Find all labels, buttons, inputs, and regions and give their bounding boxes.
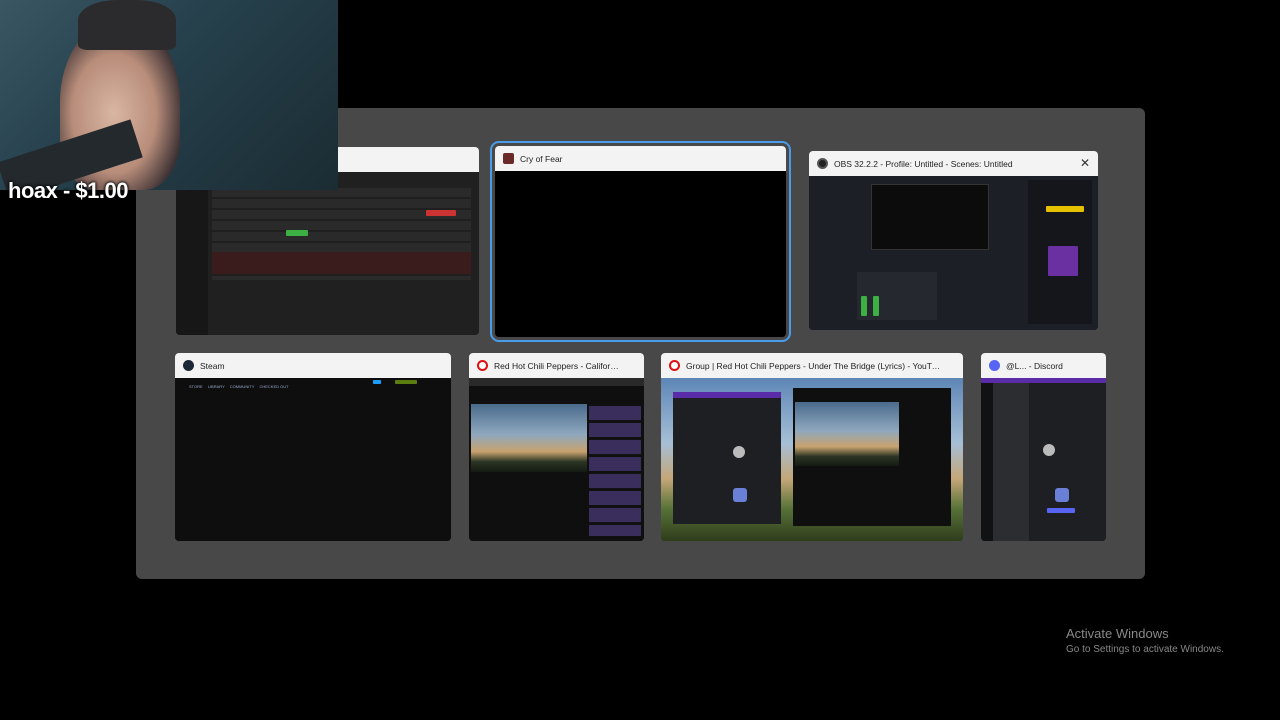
opera-icon [477, 360, 488, 371]
discord-server-rail [981, 378, 993, 541]
obs-meter-green-2 [873, 296, 879, 316]
window-titlebar: @L... - Discord [981, 353, 1106, 378]
window-titlebar: OBS 32.2.2 - Profile: Untitled - Scenes:… [809, 151, 1098, 176]
close-icon[interactable]: ✕ [1080, 156, 1090, 170]
window-title: Group | Red Hot Chili Peppers - Under Th… [686, 360, 963, 371]
steam-nav-library: LIBRARY [207, 384, 225, 389]
discord-channel-list [993, 378, 1029, 541]
window-preview: STORE LIBRARY COMMUNITY CHECKED OUT [175, 378, 451, 541]
webcam-overlay [0, 0, 338, 190]
mixer-sidebar [176, 172, 208, 335]
window-preview [809, 176, 1098, 330]
cry-of-fear-icon [503, 153, 514, 164]
window-thumbnail-steam[interactable]: Steam STORE LIBRARY COMMUNITY CHECKED OU… [175, 353, 451, 541]
window-titlebar: Group | Red Hot Chili Peppers - Under Th… [661, 353, 963, 378]
video-player [471, 404, 587, 472]
steam-nav: STORE LIBRARY COMMUNITY CHECKED OUT [189, 384, 289, 389]
discord-mascot [733, 488, 747, 502]
discord-avatar [733, 446, 745, 458]
opera-icon [669, 360, 680, 371]
activate-heading: Activate Windows [1066, 626, 1169, 641]
window-preview [495, 171, 786, 337]
steam-nav-community: COMMUNITY [229, 384, 255, 389]
discord-panel [673, 392, 781, 524]
window-thumbnail-cry-of-fear[interactable]: Cry of Fear [490, 141, 791, 342]
tab-bar [469, 378, 644, 386]
window-preview [661, 378, 963, 541]
window-thumbnail-obs[interactable]: OBS 32.2.2 - Profile: Untitled - Scenes:… [809, 151, 1098, 330]
steam-nav-checked-out: CHECKED OUT [259, 384, 289, 389]
steam-badge [395, 380, 417, 384]
activate-subtext: Go to Settings to activate Windows. [1066, 644, 1224, 655]
donation-text: hoax - $1.00 [8, 178, 128, 203]
video-frame [795, 402, 899, 466]
streamer-cap [78, 0, 176, 50]
discord-icon [989, 360, 1000, 371]
obs-highlight [1046, 206, 1084, 212]
window-preview [981, 378, 1106, 541]
discord-button [1047, 508, 1075, 513]
window-titlebar: Red Hot Chili Peppers - Californication.… [469, 353, 644, 378]
steam-nav-store: STORE [189, 384, 203, 389]
obs-meter-green [861, 296, 867, 316]
obs-mixer-panel [857, 272, 937, 320]
window-thumbnail-opera-under-the-bridge[interactable]: Group | Red Hot Chili Peppers - Under Th… [661, 353, 963, 541]
mixer-red-rows [212, 252, 471, 274]
obs-preview-canvas [871, 184, 989, 250]
window-thumbnail-discord[interactable]: @L... - Discord [981, 353, 1106, 541]
obs-icon [817, 158, 828, 169]
window-title: Steam [200, 360, 225, 371]
mixer-red-bar [426, 210, 456, 216]
discord-avatar [1043, 444, 1055, 456]
window-preview [469, 378, 644, 541]
window-title: Cry of Fear [520, 153, 563, 164]
recommended-list [589, 406, 641, 536]
discord-purple-bar [981, 378, 1106, 383]
window-titlebar: Cry of Fear [495, 146, 786, 171]
discord-mascot [1055, 488, 1069, 502]
window-titlebar: Steam [175, 353, 451, 378]
purple-header [673, 392, 781, 398]
mixer-green-bar [286, 230, 308, 236]
window-preview [176, 172, 479, 335]
activate-windows-watermark: Activate Windows Go to Settings to activ… [1066, 626, 1224, 655]
window-title: OBS 32.2.2 - Profile: Untitled - Scenes:… [834, 158, 1013, 169]
window-thumbnail-opera-californication[interactable]: Red Hot Chili Peppers - Californication.… [469, 353, 644, 541]
steam-icon [183, 360, 194, 371]
steam-badge-blue [373, 380, 381, 384]
window-title: @L... - Discord [1006, 360, 1063, 371]
window-title: Red Hot Chili Peppers - Californication.… [494, 360, 644, 371]
obs-chat-badge [1048, 246, 1078, 276]
